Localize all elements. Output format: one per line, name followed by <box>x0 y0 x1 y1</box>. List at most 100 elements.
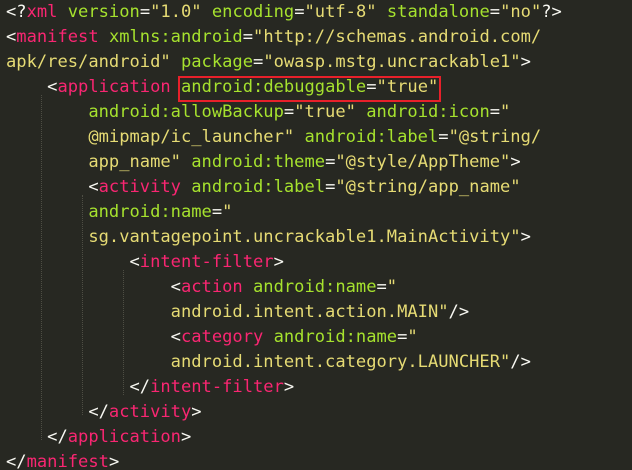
code-editor[interactable]: <?xml version="1.0" encoding="utf-8" sta… <box>0 0 632 470</box>
code-token: "1.0" <box>150 2 202 22</box>
code-token: application <box>67 427 181 447</box>
code-token: category <box>180 327 264 347</box>
code-token: manifest <box>26 452 109 470</box>
code-token: android:name <box>253 277 377 297</box>
code-token: <? <box>6 2 27 22</box>
code-token: android:name <box>273 327 398 347</box>
code-line: @mipmap/ic_launcher" android:label="@str… <box>6 125 541 150</box>
code-token: " <box>222 202 233 222</box>
code-token: = <box>283 102 295 122</box>
code-token: android:label <box>304 127 439 147</box>
code-token: activity <box>98 177 181 197</box>
code-line: </manifest> <box>6 450 119 470</box>
code-token: = <box>489 2 501 22</box>
code-token: "owasp.mstg.uncrackable1" <box>263 52 521 72</box>
code-token: = <box>242 27 254 47</box>
code-token: android:label <box>191 177 326 197</box>
code-token: = <box>325 152 336 172</box>
code-token: > <box>510 152 521 172</box>
code-token: "@string/ <box>448 127 542 147</box>
code-line: <intent-filter> <box>6 250 284 275</box>
code-token: > <box>520 52 531 72</box>
code-token: > <box>180 427 192 447</box>
code-token: < <box>6 27 17 47</box>
code-token: </ <box>6 427 68 447</box>
code-token: = <box>438 127 449 147</box>
code-token: xmlns:android <box>108 27 243 47</box>
code-token: "http://schemas.android.com/ <box>253 27 542 47</box>
code-token: android:allowBackup <box>88 102 284 122</box>
code-token: manifest <box>16 27 99 47</box>
code-token: action <box>180 277 243 297</box>
code-line: <application android:debuggable="true" <box>6 75 438 100</box>
code-token: > <box>108 452 120 470</box>
code-token: app_name" <box>88 152 181 172</box>
code-token: "true" <box>294 102 356 122</box>
code-token: < <box>6 327 181 347</box>
code-line: app_name" android:theme="@style/AppTheme… <box>6 150 521 175</box>
code-line: <manifest xmlns:android="http://schemas.… <box>6 25 541 50</box>
code-token: "utf-8" <box>304 2 377 22</box>
code-token: /> <box>510 352 531 372</box>
code-token: package <box>180 52 254 72</box>
code-token: < <box>6 252 140 272</box>
code-token: "@style/AppTheme" <box>335 152 511 172</box>
code-token: activity <box>108 402 192 422</box>
code-line: <?xml version="1.0" encoding="utf-8" sta… <box>6 0 562 25</box>
code-token: = <box>253 52 264 72</box>
code-token: = <box>139 2 151 22</box>
code-token: " <box>407 327 418 347</box>
code-line: </intent-filter> <box>6 375 294 400</box>
code-token: = <box>366 77 377 97</box>
code-token: xml <box>26 2 58 22</box>
code-token: = <box>294 2 305 22</box>
code-token: "true" <box>376 77 439 97</box>
code-token: /> <box>448 302 470 322</box>
code-token: @mipmap/ic_launcher" <box>88 127 295 147</box>
code-token: </ <box>6 402 109 422</box>
code-token: android:icon <box>366 102 490 122</box>
code-token: "no" <box>500 2 542 22</box>
code-token: version <box>67 2 140 22</box>
code-token: </ <box>6 377 151 397</box>
code-token: encoding <box>211 2 295 22</box>
code-token: = <box>211 202 223 222</box>
code-token: < <box>6 277 181 297</box>
code-line: apk/res/android" package="owasp.mstg.unc… <box>6 50 531 75</box>
code-token: " <box>386 277 398 297</box>
code-token: = <box>376 277 387 297</box>
code-token: > <box>283 377 295 397</box>
code-token: android:name <box>88 202 212 222</box>
code-token: < <box>6 177 99 197</box>
code-token: android.intent.action.MAIN" <box>170 302 449 322</box>
code-line: android:name=" <box>6 200 232 225</box>
code-token: application <box>57 77 171 97</box>
code-token: sg.vantagepoint.uncrackable1.MainActivit… <box>88 227 521 247</box>
code-token: </ <box>6 452 27 470</box>
code-token: = <box>397 327 408 347</box>
code-token: intent-filter <box>139 252 274 272</box>
code-line: sg.vantagepoint.uncrackable1.MainActivit… <box>6 225 531 250</box>
code-line: </activity> <box>6 400 202 425</box>
code-line: <category android:name=" <box>6 325 418 350</box>
code-token: < <box>6 77 58 97</box>
code-token: > <box>191 402 202 422</box>
code-line: </application> <box>6 425 191 450</box>
code-token: android.intent.category.LAUNCHER" <box>170 352 511 372</box>
code-token: " <box>500 102 511 122</box>
code-token: > <box>273 252 284 272</box>
